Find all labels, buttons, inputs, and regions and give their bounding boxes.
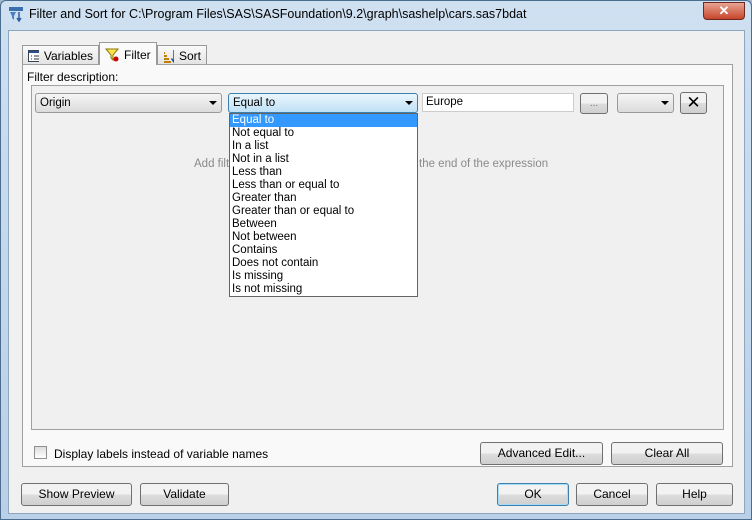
tab-filter[interactable]: Filter xyxy=(99,42,157,65)
operator-value: Equal to xyxy=(233,97,276,109)
operator-option[interactable]: Not between xyxy=(230,231,417,244)
advanced-edit-button[interactable]: Advanced Edit... xyxy=(480,442,603,465)
operator-option[interactable]: Not in a list xyxy=(230,153,417,166)
filter-sort-app-icon xyxy=(9,7,23,22)
operator-option[interactable]: Greater than or equal to xyxy=(230,205,417,218)
operator-option[interactable]: Is not missing xyxy=(230,283,417,296)
tab-label: Filter xyxy=(124,48,151,62)
operator-dropdown[interactable]: Equal to xyxy=(228,93,418,113)
operator-option[interactable]: Contains xyxy=(230,244,417,257)
tab-label: Sort xyxy=(178,49,201,63)
delete-condition-button[interactable]: ✕ xyxy=(680,92,707,114)
chevron-down-icon xyxy=(661,101,669,105)
tab-variables[interactable]: Variables xyxy=(22,45,99,64)
filter-description-label: Filter description: xyxy=(27,70,119,84)
help-button[interactable]: Help xyxy=(656,483,733,506)
show-preview-button[interactable]: Show Preview xyxy=(21,483,132,506)
operator-option[interactable]: Does not contain xyxy=(230,257,417,270)
operator-option[interactable]: Between xyxy=(230,218,417,231)
variables-icon xyxy=(28,50,39,62)
operator-option[interactable]: Less than or equal to xyxy=(230,179,417,192)
filter-funnel-icon xyxy=(105,48,119,62)
browse-values-button[interactable]: ... xyxy=(580,93,608,114)
operator-option[interactable]: Equal to xyxy=(230,114,417,127)
operator-option[interactable]: Not equal to xyxy=(230,127,417,140)
operator-option[interactable]: Less than xyxy=(230,166,417,179)
display-labels-label: Display labels instead of variable names xyxy=(54,447,269,461)
validate-button[interactable]: Validate xyxy=(140,483,229,506)
operator-option[interactable]: Greater than xyxy=(230,192,417,205)
tab-sort[interactable]: Sort xyxy=(157,45,207,64)
value-input[interactable]: Europe xyxy=(422,93,574,112)
window-title: Filter and Sort for C:\Program Files\SAS… xyxy=(29,7,527,21)
variable-value: Origin xyxy=(40,97,71,109)
sort-icon xyxy=(164,50,174,63)
cancel-button[interactable]: Cancel xyxy=(576,483,648,506)
variable-dropdown[interactable]: Origin xyxy=(35,93,222,113)
chevron-down-icon xyxy=(405,101,413,105)
ok-button[interactable]: OK xyxy=(497,483,569,506)
tab-label: Variables xyxy=(43,49,93,63)
clear-all-button[interactable]: Clear All xyxy=(611,442,723,465)
operator-options-list[interactable]: Equal to Not equal to In a list Not in a li… xyxy=(229,113,418,297)
chevron-down-icon xyxy=(209,101,217,105)
hint-text-right: the end of the expression xyxy=(419,158,549,170)
display-labels-checkbox[interactable] xyxy=(34,446,47,459)
operator-option[interactable]: Is missing xyxy=(230,270,417,283)
operator-option[interactable]: In a list xyxy=(230,140,417,153)
close-button[interactable]: ✕ xyxy=(703,2,745,20)
connector-dropdown[interactable] xyxy=(617,93,674,113)
